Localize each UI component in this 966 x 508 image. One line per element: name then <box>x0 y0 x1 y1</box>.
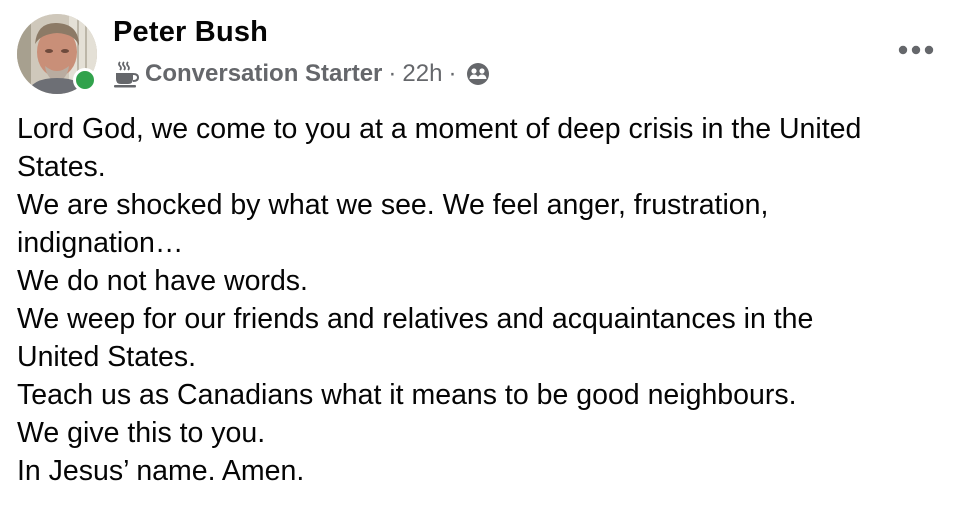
message-line: indignation… <box>17 227 184 259</box>
message-line: Teach us as Canadians what it means to b… <box>17 379 797 411</box>
meta-separator: · <box>448 60 457 87</box>
coffee-cup-icon <box>113 60 140 88</box>
message-line: In Jesus’ name. Amen. <box>17 455 305 487</box>
message-line: We give this to you. <box>17 417 266 449</box>
message-line: We do not have words. <box>17 265 308 297</box>
message-line: We weep for our friends and relatives an… <box>17 303 814 335</box>
message-line: Lord God, we come to you at a moment of … <box>17 113 862 145</box>
post-message: Lord God, we come to you at a moment of … <box>17 110 957 490</box>
more-options-button[interactable] <box>896 36 936 64</box>
author-name[interactable]: Peter Bush <box>113 16 268 49</box>
more-options-icon <box>898 45 934 55</box>
message-line: States. <box>17 151 106 183</box>
facebook-post: Peter Bush Conversation Starter · 22h · <box>0 0 966 508</box>
post-timestamp[interactable]: 22h <box>402 60 442 88</box>
avatar-container[interactable] <box>17 14 97 94</box>
message-line: United States. <box>17 341 197 373</box>
friends-audience-icon[interactable] <box>466 62 490 86</box>
online-status-indicator <box>73 68 97 92</box>
badge-label[interactable]: Conversation Starter <box>145 60 382 88</box>
post-meta: Conversation Starter · 22h · <box>113 58 490 90</box>
meta-separator: · <box>388 60 397 87</box>
message-line: We are shocked by what we see. We feel a… <box>17 189 769 221</box>
